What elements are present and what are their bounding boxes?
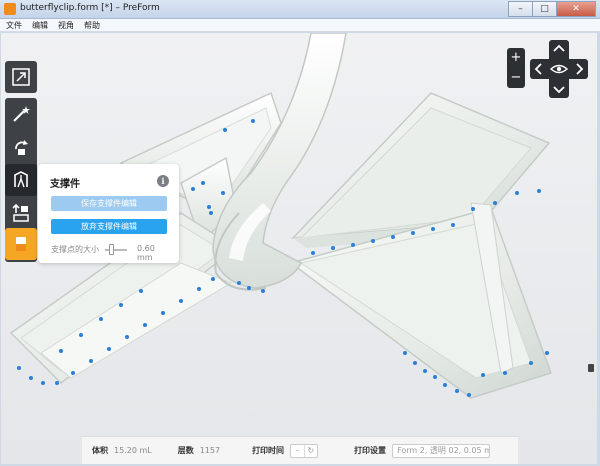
auto-repair-button[interactable] bbox=[5, 98, 37, 130]
panel-title: 支撑件 bbox=[50, 179, 80, 190]
supports-panel: 支撑件 i 保存支撑件编辑 放弃支撑件编辑 支撑点的大小 0.60 mm bbox=[38, 164, 179, 263]
supports-icon bbox=[14, 171, 28, 188]
print-settings-label: 打印设置 bbox=[354, 446, 387, 455]
side-panel-handle[interactable] bbox=[588, 364, 594, 372]
layout-arrange-button[interactable] bbox=[5, 197, 37, 229]
zoom-controls: + − bbox=[507, 48, 525, 88]
menu-edit[interactable]: 编辑 bbox=[32, 20, 48, 31]
slider-thumb[interactable] bbox=[109, 244, 114, 255]
zoom-in-button[interactable]: + bbox=[507, 48, 525, 68]
zoom-out-button[interactable]: − bbox=[507, 68, 525, 88]
print-settings-field[interactable]: Form 2, 透明 02, 0.05 mm bbox=[392, 443, 491, 458]
print-time-label: 打印时间 bbox=[252, 446, 285, 455]
save-supports-button[interactable]: 保存支撑件编辑 bbox=[51, 196, 167, 211]
supports-button[interactable] bbox=[5, 164, 37, 196]
touchpoint-size-value: 0.60 mm bbox=[137, 244, 155, 262]
menu-bar: 文件 编辑 视角 帮助 bbox=[0, 19, 600, 32]
title-bar: butterflyclip.form [*] – PreForm – □ ✕ bbox=[0, 0, 600, 19]
menu-help[interactable]: 帮助 bbox=[84, 20, 100, 31]
maximize-button[interactable]: □ bbox=[532, 1, 557, 17]
print-icon bbox=[16, 237, 26, 251]
layout-tool-button[interactable] bbox=[5, 61, 37, 93]
status-bar: 体积 15.20 mL 层数 1157 打印时间 – ↻ 打印设置 Form 2… bbox=[82, 436, 518, 464]
preform-app-icon bbox=[4, 3, 16, 15]
volume-label: 体积 bbox=[92, 446, 108, 455]
refresh-icon[interactable]: ↻ bbox=[303, 444, 318, 457]
orientation-icon bbox=[15, 140, 28, 155]
view-dpad[interactable] bbox=[530, 40, 588, 98]
discard-supports-button[interactable]: 放弃支撑件编辑 bbox=[51, 219, 167, 234]
close-button[interactable]: ✕ bbox=[556, 1, 596, 17]
print-time-box[interactable]: – ↻ bbox=[290, 443, 319, 458]
magic-wand-icon bbox=[13, 106, 30, 122]
window-title: butterflyclip.form [*] – PreForm bbox=[20, 3, 160, 13]
minimize-button[interactable]: – bbox=[508, 1, 533, 17]
layout-icon bbox=[12, 68, 30, 86]
print-time-value: – bbox=[295, 445, 300, 455]
print-button[interactable] bbox=[5, 228, 37, 260]
menu-file[interactable]: 文件 bbox=[6, 20, 22, 31]
layers-label: 层数 bbox=[177, 446, 194, 455]
menu-view[interactable]: 视角 bbox=[58, 20, 74, 31]
touchpoint-size-row: 支撑点的大小 0.60 mm bbox=[51, 244, 171, 262]
layout-arrange-icon bbox=[12, 203, 29, 222]
orientation-button[interactable] bbox=[5, 131, 37, 163]
touchpoint-size-label: 支撑点的大小 bbox=[51, 245, 99, 254]
volume-value: 15.20 mL bbox=[114, 446, 152, 455]
3d-viewport[interactable]: 支撑件 i 保存支撑件编辑 放弃支撑件编辑 支撑点的大小 0.60 mm + −… bbox=[1, 33, 597, 464]
info-icon[interactable]: i bbox=[157, 175, 169, 187]
layers-value: 1157 bbox=[199, 446, 221, 455]
